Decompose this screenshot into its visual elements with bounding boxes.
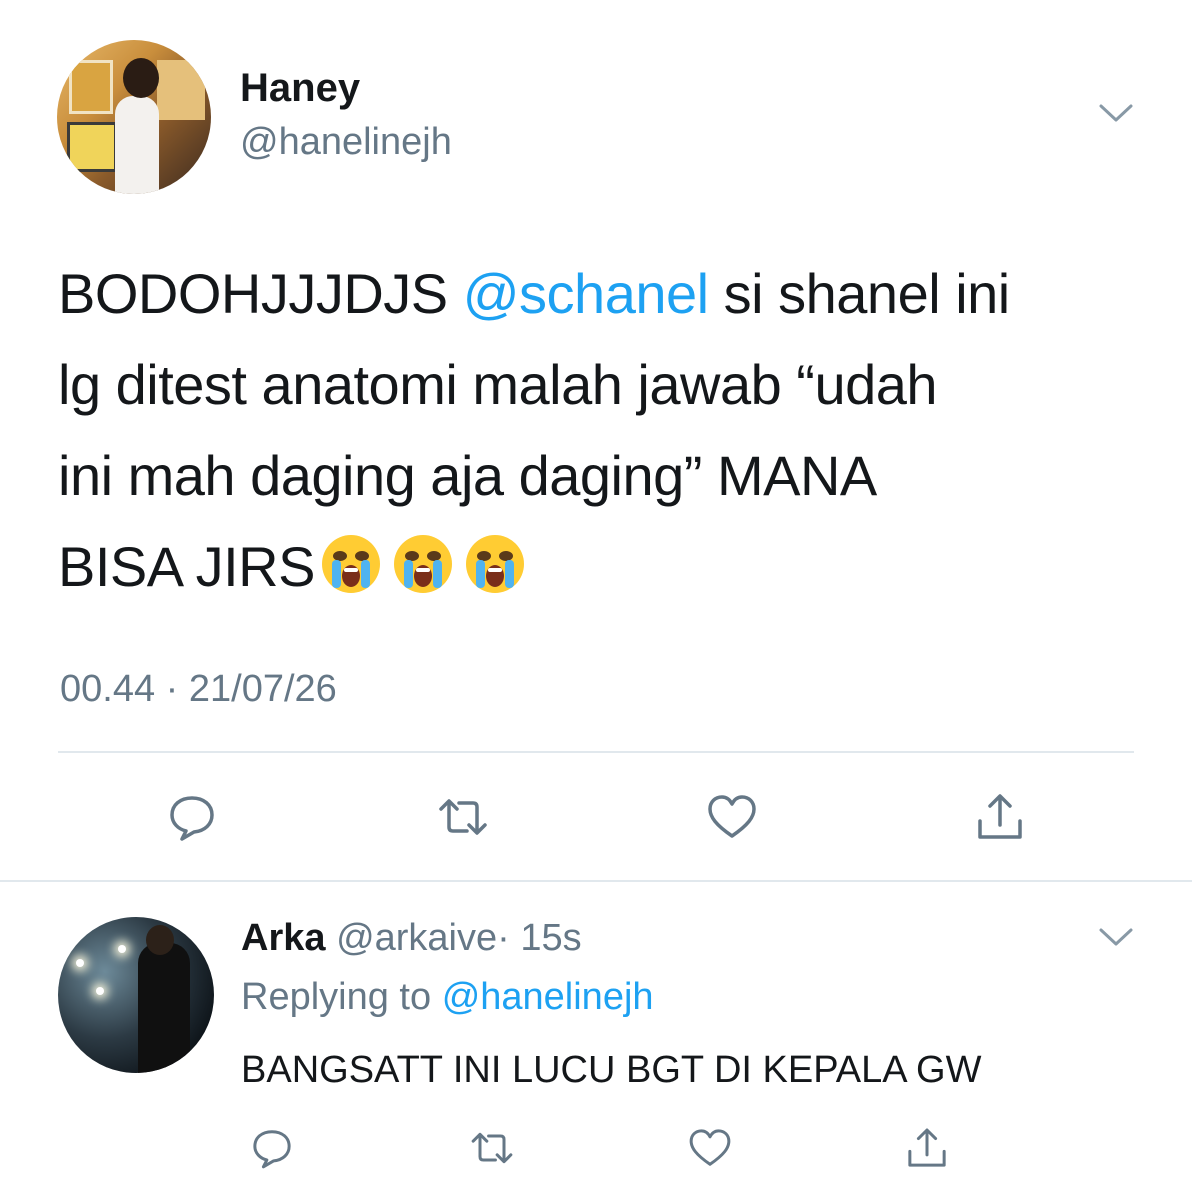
author-handle[interactable]: @hanelinejh — [240, 121, 452, 164]
chevron-down-icon[interactable] — [1098, 926, 1134, 948]
avatar-detail — [115, 96, 159, 194]
reply-time: · 15s — [497, 917, 582, 959]
retweet-icon[interactable] — [462, 1118, 522, 1178]
retweet-icon[interactable] — [433, 787, 493, 847]
crying-face-emoji-icon — [321, 535, 380, 593]
tweet-line: BISA JIRS — [58, 521, 1138, 622]
divider — [0, 880, 1192, 882]
reply-body: BANGSATT INI LUCU BGT DI KEPALA GW — [241, 1049, 982, 1091]
tweet-text-segment: si shanel ini — [708, 262, 1011, 325]
share-icon[interactable] — [897, 1118, 957, 1178]
crying-face-emoji-icon — [393, 535, 452, 593]
avatar-detail — [138, 943, 190, 1073]
tweet-line: BODOHJJJDJS @schanel si shanel ini — [58, 248, 1138, 339]
emoji-group — [319, 531, 535, 622]
tweet-line: lg ditest anatomi malah jawab “udah — [58, 353, 938, 416]
tweet-detail-screen: Haney @hanelinejh BODOHJJJDJS @schanel s… — [0, 0, 1192, 1200]
reply-author-name[interactable]: Arka — [241, 917, 326, 959]
avatar-detail — [157, 60, 205, 120]
replying-to-label: Replying to — [241, 976, 432, 1018]
avatar-detail — [76, 959, 84, 967]
reply-header: Arka @arkaive· 15s — [241, 917, 582, 960]
avatar-detail — [69, 60, 113, 114]
crying-face-emoji-icon — [465, 535, 524, 593]
tweet-timestamp[interactable]: 00.44 · 21/07/26 — [60, 668, 337, 711]
tweet-body: BODOHJJJDJS @schanel si shanel ini lg di… — [58, 248, 1138, 622]
author-name[interactable]: Haney — [240, 66, 360, 111]
replying-to: Replying to @hanelinejh — [241, 976, 654, 1019]
avatar-detail — [96, 987, 104, 995]
share-icon[interactable] — [970, 787, 1030, 847]
chevron-down-icon[interactable] — [1098, 102, 1134, 124]
tweet-text-segment: BODOHJJJDJS — [58, 262, 463, 325]
like-icon[interactable] — [702, 787, 762, 847]
mention-link[interactable]: @schanel — [463, 262, 709, 325]
tweet-text-segment: BISA JIRS — [58, 535, 315, 598]
avatar-detail — [67, 122, 117, 172]
avatar-detail — [118, 945, 126, 953]
mention-link[interactable]: @hanelinejh — [442, 976, 654, 1018]
like-icon[interactable] — [680, 1118, 740, 1178]
reply-icon[interactable] — [242, 1118, 302, 1178]
avatar[interactable] — [57, 40, 211, 194]
reply-author-handle[interactable]: @arkaive — [336, 917, 497, 959]
avatar-detail — [123, 58, 159, 98]
avatar[interactable] — [58, 917, 214, 1073]
divider — [58, 751, 1134, 753]
tweet-line: ini mah daging aja daging” MANA — [58, 444, 877, 507]
reply-icon[interactable] — [162, 787, 222, 847]
avatar-detail — [146, 925, 174, 955]
